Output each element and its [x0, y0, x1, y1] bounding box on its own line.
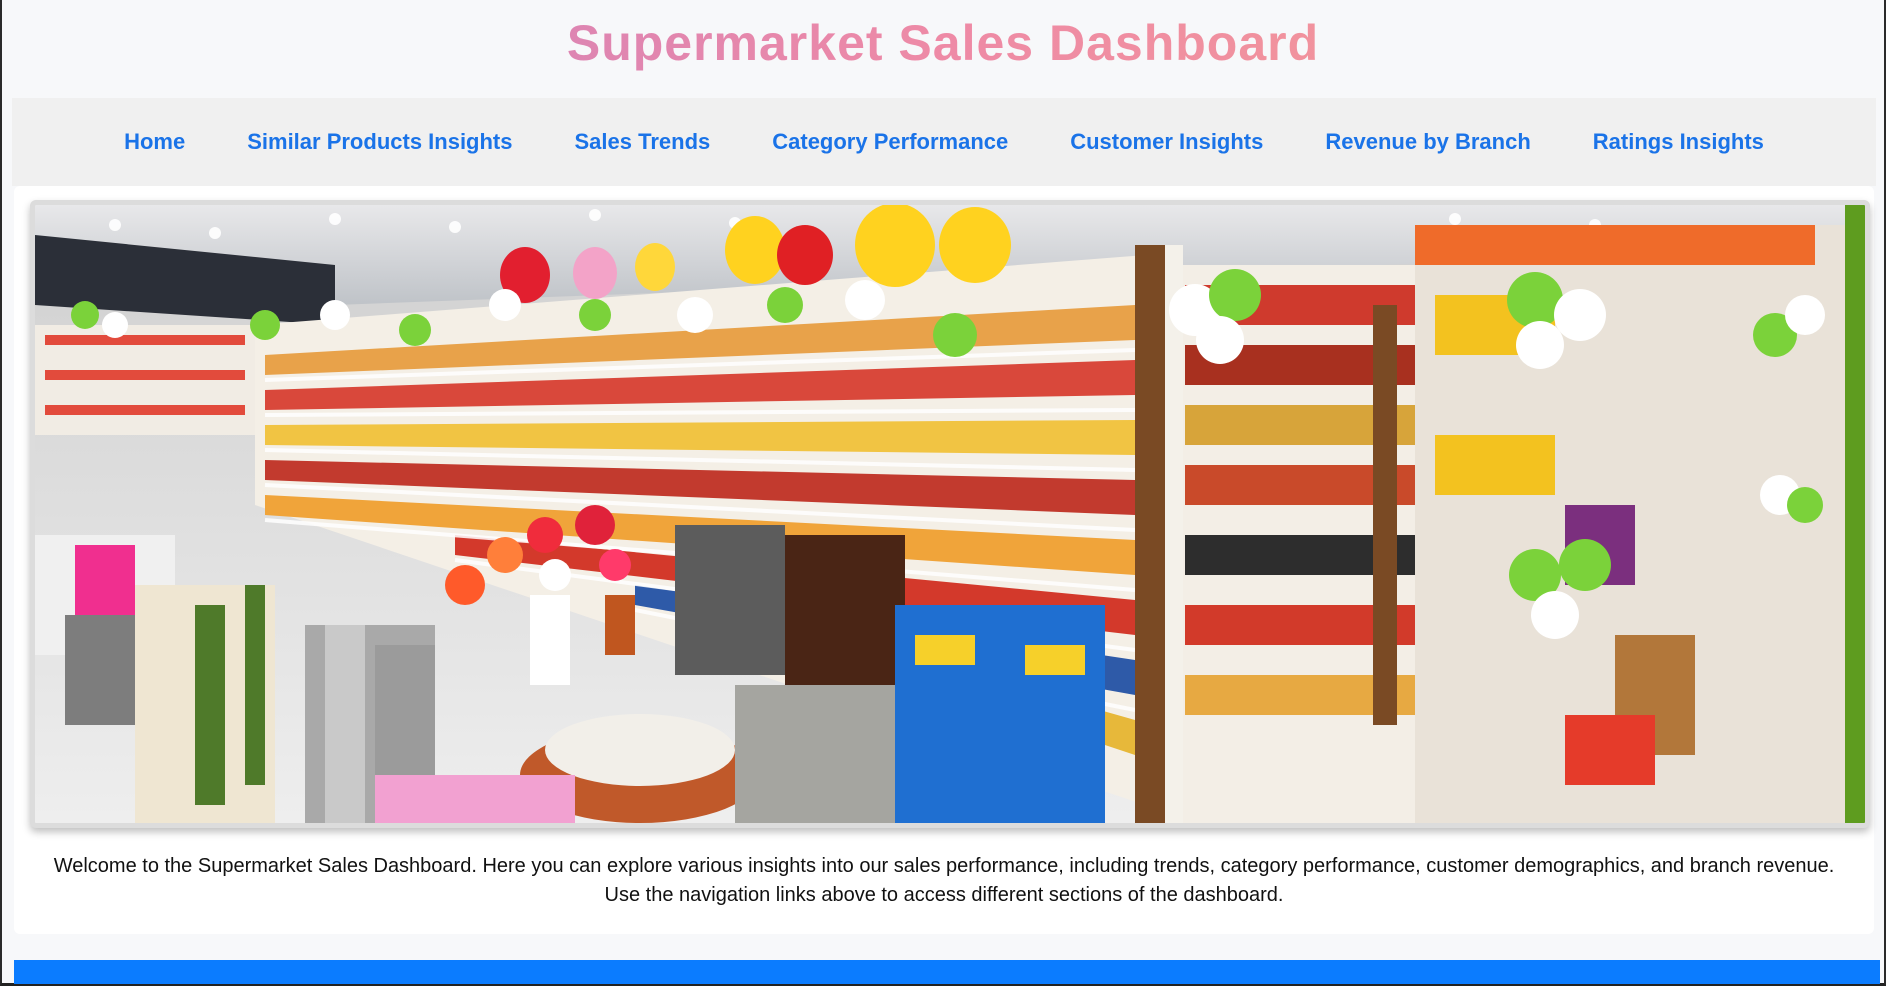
welcome-line-1: Welcome to the Supermarket Sales Dashboa…	[53, 855, 1835, 877]
welcome-text: Welcome to the Supermarket Sales Dashboa…	[14, 852, 1874, 910]
nav-link-sales-trends[interactable]: Sales Trends	[575, 129, 711, 155]
nav-link-customer-insights[interactable]: Customer Insights	[1070, 129, 1263, 155]
top-navigation: Home Similar Products Insights Sales Tre…	[12, 98, 1876, 186]
nav-link-category-performance[interactable]: Category Performance	[772, 129, 1008, 155]
nav-link-revenue-by-branch[interactable]: Revenue by Branch	[1325, 129, 1530, 155]
welcome-line-2: Use the navigation links above to access…	[604, 884, 1284, 906]
page-title: Supermarket Sales Dashboard	[0, 14, 1886, 72]
nav-link-home[interactable]: Home	[124, 129, 185, 155]
nav-link-similar-products-insights[interactable]: Similar Products Insights	[247, 129, 512, 155]
supermarket-aisle-image	[30, 200, 1870, 828]
main-content: Welcome to the Supermarket Sales Dashboa…	[14, 186, 1874, 934]
nav-link-ratings-insights[interactable]: Ratings Insights	[1593, 129, 1764, 155]
footer-bar	[14, 960, 1880, 984]
